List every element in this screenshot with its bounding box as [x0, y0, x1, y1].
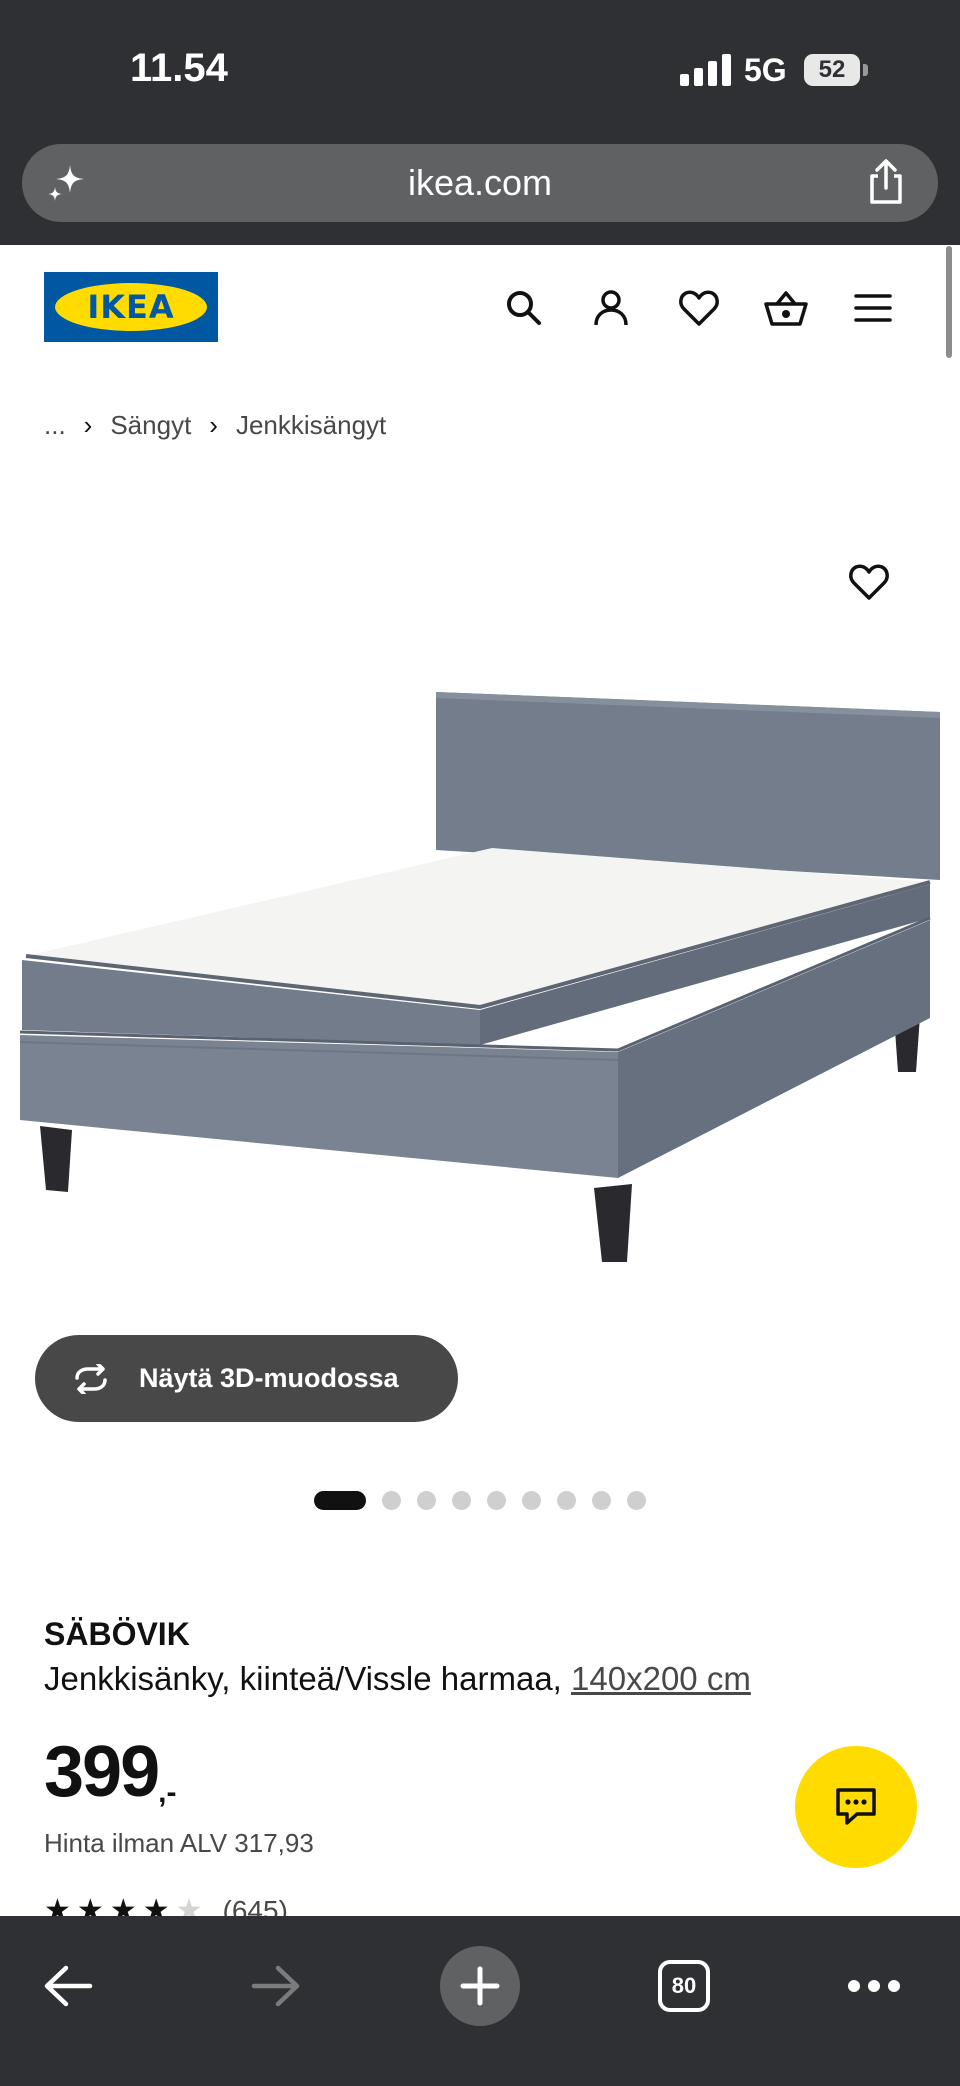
arrow-left-icon: [44, 1965, 93, 2007]
tabs-button[interactable]: 80: [658, 1960, 710, 2012]
plus-icon: [460, 1966, 500, 2006]
gallery-dot[interactable]: [627, 1491, 646, 1510]
network-type: 5G: [744, 52, 787, 88]
back-button[interactable]: [40, 1960, 96, 2012]
battery-tip: [863, 64, 868, 76]
product-description: Jenkkisänky, kiinteä/Vissle harmaa, 140x…: [44, 1660, 751, 1698]
add-to-favourites-button[interactable]: [848, 562, 896, 606]
gallery-dot[interactable]: [557, 1491, 576, 1510]
new-tab-button[interactable]: [440, 1946, 520, 2026]
chevron-right-icon: ›: [83, 410, 93, 440]
chevron-right-icon: ›: [209, 410, 218, 440]
breadcrumb: ... › Sängyt › Jenkkisängyt: [44, 410, 386, 441]
forward-button[interactable]: [248, 1960, 304, 2012]
page-scrollbar[interactable]: [946, 246, 952, 358]
menu-icon[interactable]: [849, 284, 897, 332]
product-image[interactable]: [0, 520, 960, 1320]
url-text[interactable]: ikea.com: [22, 162, 938, 204]
view-3d-label: Näytä 3D-muodossa: [139, 1363, 399, 1393]
site-header: IKEA: [0, 245, 960, 370]
breadcrumb-item-beds[interactable]: Sängyt: [110, 410, 191, 441]
gallery-dot[interactable]: [452, 1491, 471, 1510]
status-time: 11.54: [130, 46, 228, 90]
more-button[interactable]: [846, 1966, 902, 2006]
ikea-logo[interactable]: IKEA: [44, 272, 218, 342]
product-name: SÄBÖVIK: [44, 1616, 190, 1652]
price-value: 399: [44, 1732, 160, 1812]
chat-icon: [836, 1788, 876, 1825]
battery-icon: 52: [804, 54, 860, 86]
product-price: 399 ,-: [44, 1736, 176, 1810]
price-suffix: ,-: [158, 1776, 177, 1809]
product-description-text: Jenkkisänky, kiinteä/Vissle harmaa,: [44, 1660, 562, 1697]
gallery-dot[interactable]: [417, 1491, 436, 1510]
gallery-dot[interactable]: [592, 1491, 611, 1510]
rotate-3d-icon: [75, 1363, 107, 1394]
gallery-pagination: [314, 1491, 646, 1510]
gallery-dot[interactable]: [314, 1491, 366, 1510]
heart-icon: [849, 564, 889, 600]
search-icon[interactable]: [500, 284, 548, 332]
gallery-dot[interactable]: [522, 1491, 541, 1510]
gallery-dot[interactable]: [382, 1491, 401, 1510]
gallery-dot[interactable]: [487, 1491, 506, 1510]
breadcrumb-item-ellipsis[interactable]: ...: [44, 410, 66, 441]
browser-chrome: ikea.com: [0, 142, 960, 245]
status-bar: 11.54 5G 52: [0, 0, 960, 142]
logo-text: IKEA: [87, 288, 175, 326]
view-3d-button[interactable]: Näytä 3D-muodossa: [35, 1335, 458, 1422]
arrow-right-icon: [251, 1965, 300, 2007]
product-size-link[interactable]: 140x200 cm: [571, 1660, 751, 1697]
signal-icon: [680, 54, 731, 86]
account-icon[interactable]: [587, 284, 635, 332]
browser-toolbar: 80: [0, 1916, 960, 2086]
chat-button[interactable]: [795, 1746, 917, 1868]
basket-icon[interactable]: [762, 284, 810, 332]
address-bar[interactable]: ikea.com: [22, 144, 938, 222]
favourites-icon[interactable]: [675, 284, 723, 332]
logo-oval: IKEA: [55, 283, 207, 331]
share-icon[interactable]: [864, 158, 908, 206]
price-excluding-vat: Hinta ilman ALV 317,93: [44, 1828, 314, 1858]
breadcrumb-item-continental-beds[interactable]: Jenkkisängyt: [236, 410, 386, 441]
more-icon: [848, 1980, 900, 1992]
